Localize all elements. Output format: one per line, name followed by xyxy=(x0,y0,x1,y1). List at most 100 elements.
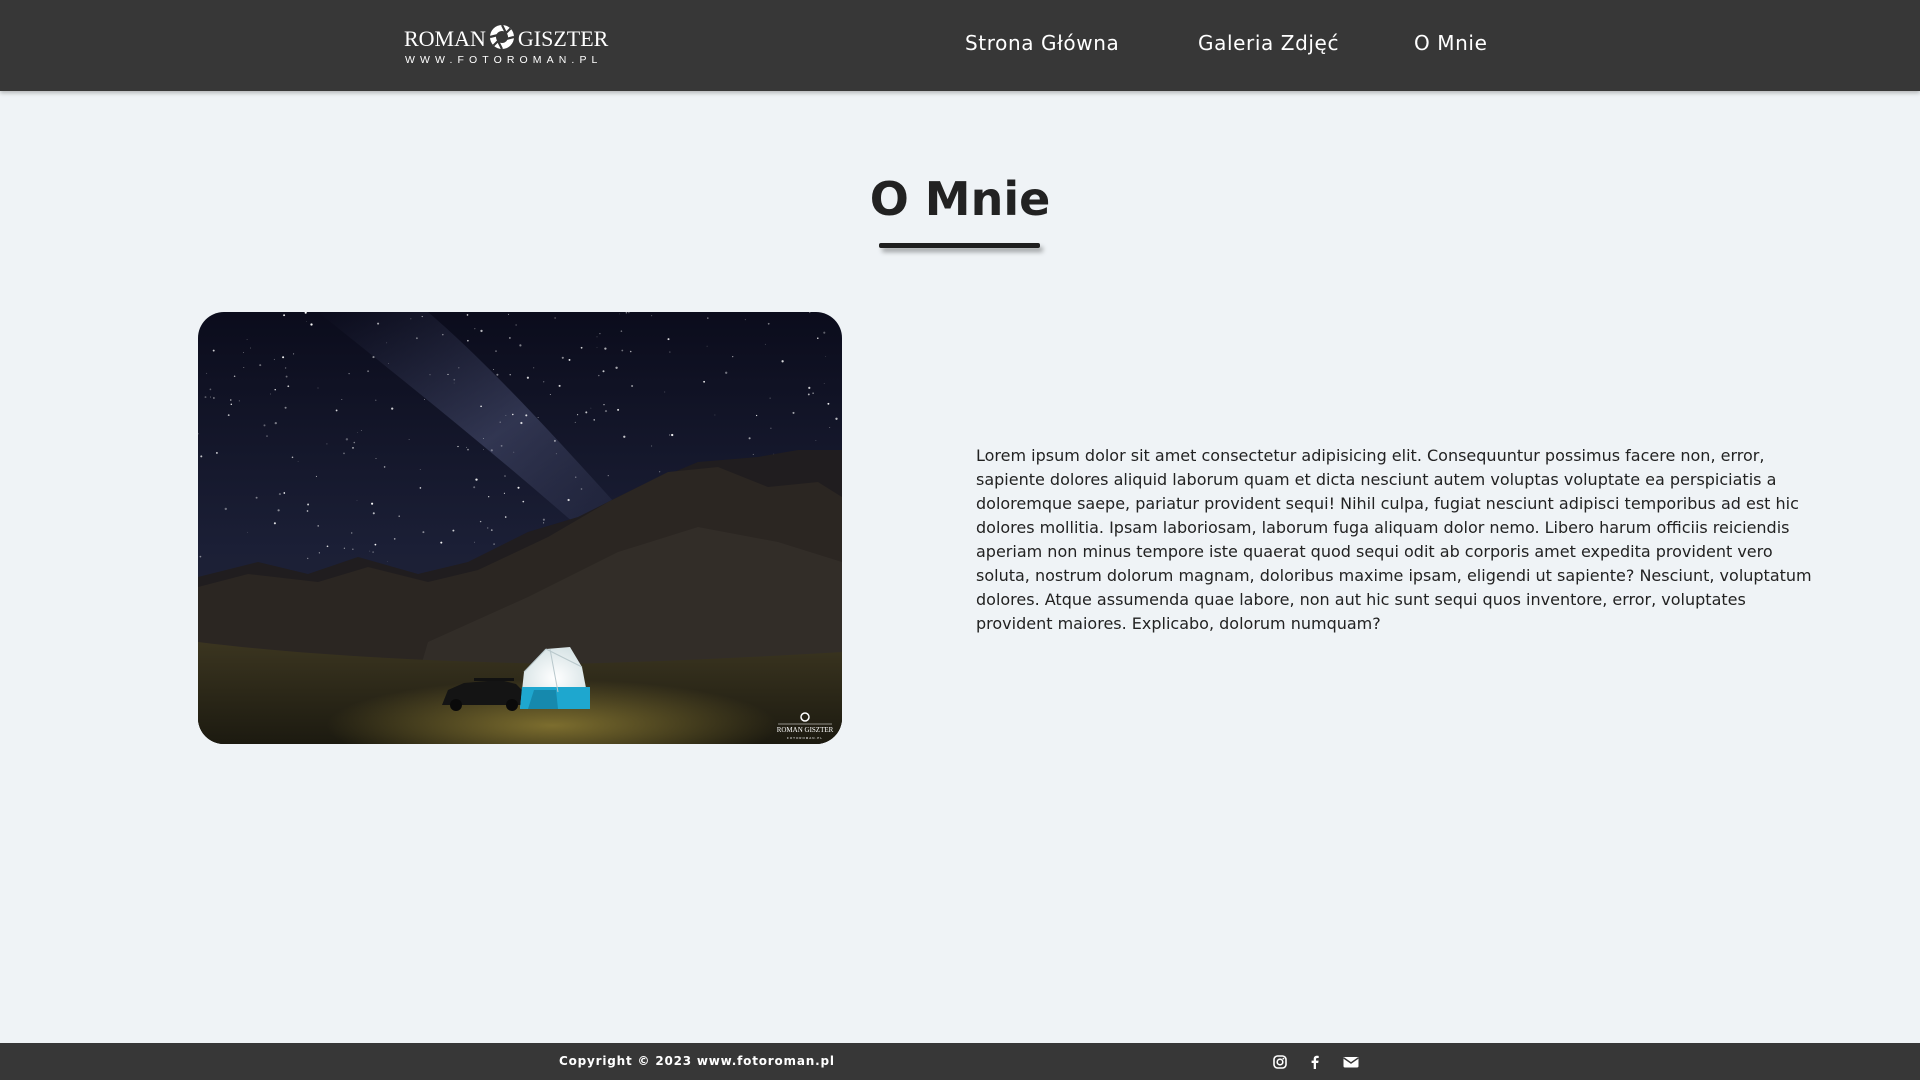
logo-name-right: GISZTER xyxy=(517,26,609,51)
star xyxy=(625,312,628,314)
star xyxy=(348,372,350,375)
star xyxy=(509,374,511,376)
facebook-icon[interactable] xyxy=(1306,1053,1324,1071)
star xyxy=(422,531,425,534)
star xyxy=(246,338,248,340)
star xyxy=(714,414,716,416)
star xyxy=(509,337,511,339)
star xyxy=(317,387,319,389)
star xyxy=(669,351,671,353)
star xyxy=(386,342,388,344)
star xyxy=(517,486,520,489)
star xyxy=(285,375,288,378)
star xyxy=(369,550,371,552)
star xyxy=(287,385,290,388)
star xyxy=(522,500,525,503)
star xyxy=(525,414,528,417)
star xyxy=(473,486,476,489)
star xyxy=(543,381,545,383)
star xyxy=(574,476,577,478)
star xyxy=(372,512,375,515)
star xyxy=(357,432,359,434)
star xyxy=(493,543,495,545)
star xyxy=(213,397,215,399)
star xyxy=(580,346,583,349)
star xyxy=(835,417,838,420)
star xyxy=(520,421,523,425)
star xyxy=(815,440,817,441)
star xyxy=(374,543,377,546)
star xyxy=(585,411,588,414)
star xyxy=(293,353,295,355)
star xyxy=(828,312,829,314)
star xyxy=(200,455,203,458)
instagram-icon[interactable] xyxy=(1271,1053,1289,1071)
star xyxy=(326,443,328,445)
star xyxy=(781,360,784,363)
star xyxy=(343,452,345,455)
star xyxy=(603,404,605,406)
star xyxy=(752,453,754,455)
star xyxy=(277,509,280,512)
watermark-name: ROMAN GISZTER xyxy=(777,726,834,734)
star xyxy=(352,446,354,449)
star xyxy=(496,373,499,376)
star xyxy=(593,419,595,421)
nav-item-home[interactable]: Strona Główna xyxy=(965,31,1119,55)
star xyxy=(628,312,630,314)
star xyxy=(505,415,507,417)
star xyxy=(360,430,362,431)
star xyxy=(310,323,313,326)
star xyxy=(291,456,294,459)
star xyxy=(596,336,598,338)
site-logo[interactable]: ROMAN GISZTER WWW.FOTOROMAN.PL xyxy=(404,22,608,72)
star xyxy=(206,372,208,374)
star xyxy=(744,319,746,321)
star xyxy=(230,399,232,401)
star xyxy=(703,380,705,383)
star xyxy=(371,502,374,505)
star xyxy=(474,541,476,543)
star xyxy=(408,439,410,440)
star xyxy=(372,356,375,359)
star xyxy=(424,399,425,400)
star xyxy=(273,522,276,525)
star xyxy=(825,355,827,357)
star xyxy=(458,367,460,369)
star xyxy=(243,366,245,368)
star xyxy=(707,317,709,319)
star xyxy=(375,399,377,401)
star xyxy=(335,409,338,412)
star xyxy=(553,439,556,442)
star xyxy=(504,475,506,477)
nav-item-about[interactable]: O Mnie xyxy=(1414,31,1488,55)
star xyxy=(447,373,449,375)
star xyxy=(590,407,592,409)
star xyxy=(233,375,236,377)
star xyxy=(230,403,233,406)
page-title: O Mnie xyxy=(869,172,1051,226)
star xyxy=(604,347,607,350)
star xyxy=(526,376,529,379)
star xyxy=(467,448,469,451)
star xyxy=(466,314,469,316)
star xyxy=(508,313,509,315)
star xyxy=(607,475,609,477)
star xyxy=(706,345,708,347)
title-underline xyxy=(879,243,1040,248)
star xyxy=(352,548,354,550)
star xyxy=(212,349,215,352)
star xyxy=(669,434,671,436)
star xyxy=(467,339,469,342)
star xyxy=(453,378,456,381)
nav-item-gallery[interactable]: Galeria Zdjęć xyxy=(1198,31,1339,55)
star xyxy=(829,427,831,428)
star xyxy=(306,510,309,512)
star xyxy=(343,547,346,549)
about-paragraph: Lorem ipsum dolor sit amet consectetur a… xyxy=(976,446,1812,633)
envelope-icon[interactable] xyxy=(1342,1053,1360,1071)
star xyxy=(419,487,422,489)
star xyxy=(387,561,388,562)
star xyxy=(483,438,484,439)
star xyxy=(315,475,317,477)
